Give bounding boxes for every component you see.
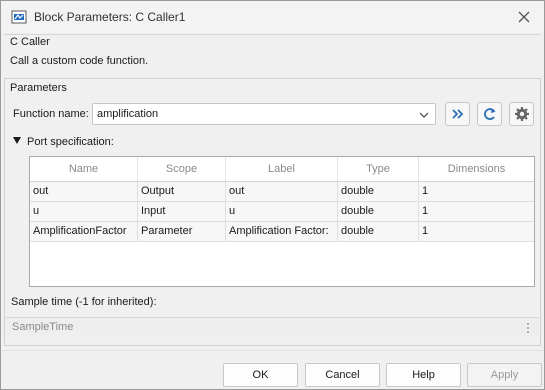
- close-icon[interactable]: [514, 7, 534, 27]
- cell-type[interactable]: double: [338, 182, 419, 201]
- cell-name[interactable]: out: [30, 182, 138, 201]
- column-header-type[interactable]: Type: [338, 157, 419, 181]
- block-description: Call a custom code function.: [10, 55, 149, 67]
- column-header-dimensions[interactable]: Dimensions: [419, 157, 534, 181]
- sample-time-label: Sample time (-1 for inherited):: [11, 296, 157, 308]
- cell-dimensions[interactable]: 1: [419, 182, 534, 201]
- function-name-value: amplification: [97, 108, 159, 120]
- port-specification-label: Port specification:: [27, 136, 114, 148]
- cell-scope[interactable]: Input: [138, 202, 226, 221]
- port-specification-toggle[interactable]: Port specification:: [13, 136, 114, 148]
- ok-button[interactable]: OK: [223, 363, 298, 387]
- cell-scope[interactable]: Output: [138, 182, 226, 201]
- parameters-section-title: Parameters: [10, 82, 67, 94]
- collapse-triangle-icon: [13, 137, 21, 144]
- cancel-button[interactable]: Cancel: [305, 363, 380, 387]
- cell-type[interactable]: double: [338, 222, 419, 241]
- cell-name[interactable]: AmplificationFactor: [30, 222, 138, 241]
- function-name-dropdown[interactable]: amplification: [92, 103, 436, 125]
- column-header-scope[interactable]: Scope: [138, 157, 226, 181]
- forward-button[interactable]: [445, 102, 470, 126]
- block-parameters-dialog: Block Parameters: C Caller1 C Caller Cal…: [0, 0, 545, 390]
- title-divider: [4, 34, 541, 35]
- cell-type[interactable]: double: [338, 202, 419, 221]
- cell-label[interactable]: out: [226, 182, 338, 201]
- table-header: Name Scope Label Type Dimensions: [30, 157, 534, 182]
- table-row[interactable]: AmplificationFactor Parameter Amplificat…: [30, 222, 534, 242]
- apply-button[interactable]: Apply: [467, 363, 542, 387]
- port-specification-table: Name Scope Label Type Dimensions out Out…: [29, 156, 535, 287]
- settings-button[interactable]: [509, 102, 534, 126]
- window-title: Block Parameters: C Caller1: [34, 10, 186, 24]
- cell-dimensions[interactable]: 1: [419, 202, 534, 221]
- simulink-block-icon: [11, 9, 27, 25]
- more-options-icon[interactable]: [527, 322, 529, 334]
- column-header-label[interactable]: Label: [226, 157, 338, 181]
- sample-time-input[interactable]: SampleTime: [6, 317, 539, 337]
- refresh-button[interactable]: [477, 102, 502, 126]
- cell-dimensions[interactable]: 1: [419, 222, 534, 241]
- cell-label[interactable]: Amplification Factor:: [226, 222, 338, 241]
- help-button[interactable]: Help: [386, 363, 461, 387]
- sample-time-placeholder: SampleTime: [12, 321, 74, 333]
- table-row[interactable]: out Output out double 1: [30, 182, 534, 202]
- block-name: C Caller: [10, 36, 50, 48]
- cell-label[interactable]: u: [226, 202, 338, 221]
- chevron-down-icon[interactable]: [419, 110, 429, 120]
- cell-name[interactable]: u: [30, 202, 138, 221]
- function-name-label: Function name:: [13, 108, 89, 120]
- cell-scope[interactable]: Parameter: [138, 222, 226, 241]
- table-row[interactable]: u Input u double 1: [30, 202, 534, 222]
- column-header-name[interactable]: Name: [30, 157, 138, 181]
- title-bar: Block Parameters: C Caller1: [1, 1, 544, 33]
- footer-divider: [1, 350, 544, 351]
